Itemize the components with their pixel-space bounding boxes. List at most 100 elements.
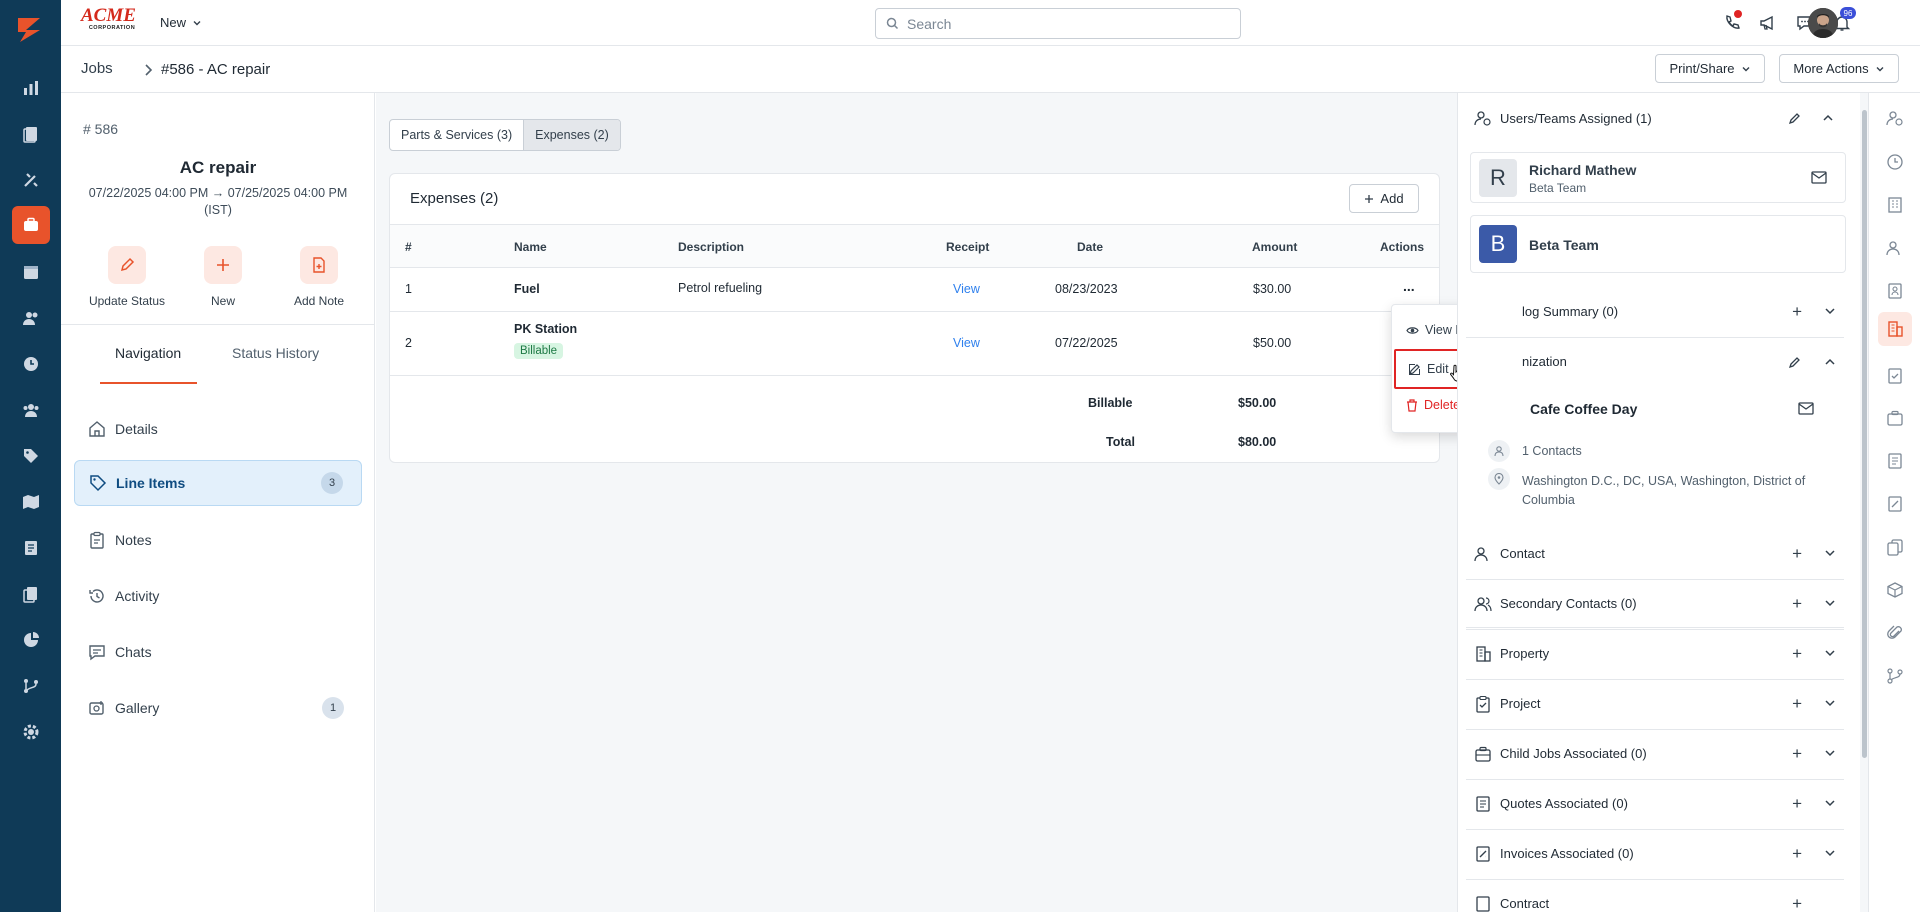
plus-icon[interactable]: + <box>1792 594 1802 614</box>
package-icon[interactable] <box>1884 579 1906 601</box>
briefcase-icon[interactable] <box>1884 407 1906 429</box>
chevron-down-icon[interactable] <box>1824 848 1836 858</box>
contact-icon[interactable] <box>1884 237 1906 259</box>
property-section[interactable]: Property + <box>1466 630 1844 680</box>
nav-item-line-items[interactable]: Line Items 3 <box>74 460 362 506</box>
time-log-icon[interactable] <box>1884 151 1906 173</box>
nav-item-notes[interactable]: Notes <box>74 517 362 563</box>
pie-chart-icon[interactable] <box>18 627 44 653</box>
child-jobs-section[interactable]: Child Jobs Associated (0) + <box>1466 730 1844 780</box>
quote-doc-icon[interactable] <box>1884 450 1906 472</box>
table-row[interactable]: 1 Fuel Petrol refueling View 08/23/2023 … <box>390 268 1439 312</box>
nav-item-gallery[interactable]: Gallery 1 <box>74 685 362 731</box>
chevron-down-icon[interactable] <box>1824 648 1836 658</box>
mail-icon[interactable] <box>1798 402 1814 415</box>
add-note-button[interactable]: Add Note <box>264 246 374 308</box>
property-icon[interactable] <box>1878 312 1912 346</box>
quotes-section[interactable]: Quotes Associated (0) + <box>1466 780 1844 830</box>
jobs-icon[interactable] <box>12 206 50 244</box>
log-summary-section[interactable]: log Summary (0) + <box>1466 288 1844 338</box>
plus-icon[interactable]: + <box>1792 744 1802 764</box>
nav-item-label: Gallery <box>115 700 160 716</box>
contact-section[interactable]: Contact + <box>1466 530 1844 580</box>
chevron-up-icon[interactable] <box>1822 113 1834 123</box>
user-avatar[interactable] <box>1808 8 1838 38</box>
brand-logo[interactable]: ACME CORPORATION <box>81 6 143 35</box>
project-section[interactable]: Project + <box>1466 680 1844 730</box>
tab-navigation[interactable]: Navigation <box>115 345 181 361</box>
new-dropdown[interactable]: New <box>160 15 202 30</box>
more-actions-button[interactable]: More Actions <box>1779 54 1899 83</box>
invoice-icon[interactable] <box>1884 493 1906 515</box>
customers-icon[interactable] <box>18 305 44 331</box>
chevron-up-icon[interactable] <box>1824 357 1836 367</box>
pencil-icon[interactable] <box>1788 355 1802 369</box>
edit-label: Edit <box>1427 362 1449 376</box>
contact-card-icon[interactable] <box>1884 280 1906 302</box>
settings-icon[interactable] <box>18 719 44 745</box>
chevron-down-icon[interactable] <box>1824 306 1836 316</box>
clipboard-check-icon[interactable] <box>1884 364 1906 386</box>
receipt-view-link[interactable]: View <box>953 282 980 296</box>
mail-icon[interactable] <box>1811 171 1827 184</box>
print-share-button[interactable]: Print/Share <box>1655 54 1765 83</box>
delete-menu-item[interactable]: Delete <box>1406 398 1460 412</box>
add-expense-button[interactable]: Add <box>1349 184 1419 213</box>
copy-icon[interactable] <box>1884 536 1906 558</box>
contract-section[interactable]: Contract + <box>1466 880 1844 912</box>
tab-status-history[interactable]: Status History <box>232 345 319 361</box>
files-icon[interactable] <box>18 581 44 607</box>
building-icon[interactable] <box>1884 194 1906 216</box>
chevron-down-icon[interactable] <box>1824 748 1836 758</box>
reports-icon[interactable] <box>18 75 44 101</box>
assigned-team-card[interactable]: B Beta Team <box>1470 215 1846 273</box>
new-button[interactable]: New <box>168 246 278 308</box>
update-status-button[interactable]: Update Status <box>72 246 182 308</box>
team-icon[interactable] <box>18 397 44 423</box>
chevron-down-icon[interactable] <box>1824 598 1836 608</box>
app-logo-icon[interactable] <box>14 14 46 46</box>
calendar-icon[interactable] <box>18 259 44 285</box>
attachment-icon[interactable] <box>1884 622 1906 644</box>
organization-name[interactable]: Cafe Coffee Day <box>1530 401 1637 417</box>
plus-icon[interactable]: + <box>1792 302 1802 322</box>
tab-expenses[interactable]: Expenses (2) <box>523 120 620 150</box>
chevron-down-icon[interactable] <box>1824 798 1836 808</box>
chevron-down-icon[interactable] <box>1824 698 1836 708</box>
tab-parts-services[interactable]: Parts & Services (3) <box>390 120 523 150</box>
plus-icon[interactable]: + <box>1792 544 1802 564</box>
nav-item-chats[interactable]: Chats <box>74 629 362 675</box>
map-icon[interactable] <box>18 489 44 515</box>
plus-icon[interactable]: + <box>1792 794 1802 814</box>
time-icon[interactable] <box>18 351 44 377</box>
users-teams-section[interactable]: Users/Teams Assigned (1) <box>1466 93 1844 137</box>
invoice-icon[interactable] <box>18 535 44 561</box>
documents-icon[interactable] <box>18 121 44 147</box>
user-assign-icon[interactable] <box>1884 107 1906 129</box>
plus-icon[interactable]: + <box>1792 644 1802 664</box>
row-actions-button[interactable]: ... <box>1403 278 1415 294</box>
plus-icon[interactable]: + <box>1792 894 1802 912</box>
pencil-icon[interactable] <box>1788 111 1802 125</box>
plus-icon[interactable]: + <box>1792 844 1802 864</box>
receipt-view-link[interactable]: View <box>953 336 980 350</box>
tools-icon[interactable] <box>18 167 44 193</box>
nav-item-details[interactable]: Details <box>74 406 362 452</box>
scrollbar-thumb[interactable] <box>1862 110 1867 758</box>
secondary-contacts-section[interactable]: Secondary Contacts (0) + <box>1466 580 1844 630</box>
plus-icon[interactable]: + <box>1792 694 1802 714</box>
search-input[interactable]: Search <box>875 8 1241 39</box>
line-item-tabs: Parts & Services (3) Expenses (2) <box>389 119 621 151</box>
invoices-section[interactable]: Invoices Associated (0) + <box>1466 830 1844 880</box>
nav-item-activity[interactable]: Activity <box>74 573 362 619</box>
assigned-user-card[interactable]: R Richard Mathew Beta Team <box>1470 152 1846 203</box>
workflow-icon[interactable] <box>1884 665 1906 687</box>
breadcrumb-jobs-link[interactable]: Jobs <box>81 60 113 77</box>
nav-item-count: 1 <box>322 697 344 719</box>
chevron-down-icon[interactable] <box>1824 548 1836 558</box>
workflow-icon[interactable] <box>18 673 44 699</box>
megaphone-icon[interactable] <box>1757 12 1779 34</box>
price-tag-icon[interactable] <box>18 443 44 469</box>
table-row[interactable]: 2 PK Station Billable View 07/22/2025 $5… <box>390 312 1439 376</box>
organization-contacts[interactable]: 1 Contacts <box>1522 444 1582 458</box>
